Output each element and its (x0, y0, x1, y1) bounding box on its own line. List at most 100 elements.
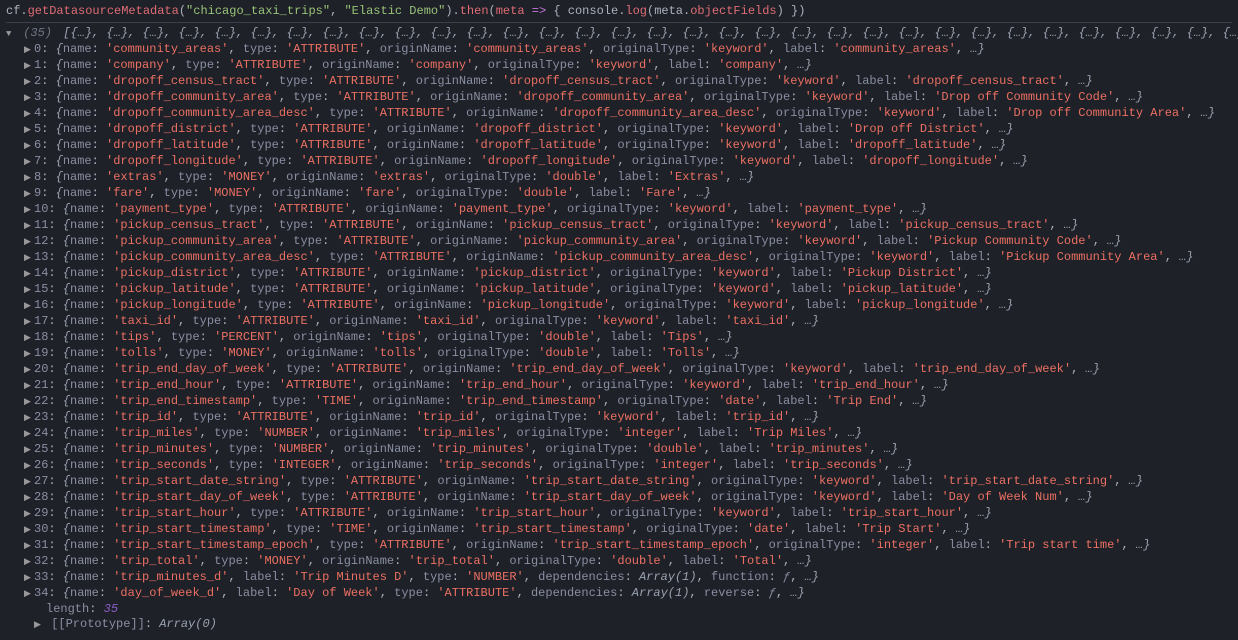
expand-toggle-icon[interactable] (24, 538, 34, 554)
array-item[interactable]: 28: {name: 'trip_start_day_of_week', typ… (6, 490, 1232, 506)
object-key: name (70, 378, 99, 392)
expand-toggle-icon[interactable] (24, 202, 34, 218)
expand-toggle-icon[interactable] (24, 122, 34, 138)
expand-toggle-icon[interactable] (24, 106, 34, 122)
expand-toggle-icon[interactable] (24, 506, 34, 522)
expand-toggle-icon[interactable] (24, 314, 34, 330)
object-value-string: 'double' (610, 554, 668, 568)
array-item[interactable]: 26: {name: 'trip_seconds', type: 'INTEGE… (6, 458, 1232, 474)
expand-toggle-icon[interactable] (34, 617, 44, 633)
expand-toggle-icon[interactable] (24, 74, 34, 90)
array-item[interactable]: 9: {name: 'fare', type: 'MONEY', originN… (6, 186, 1232, 202)
expand-toggle-icon[interactable] (24, 330, 34, 346)
array-item[interactable]: 32: {name: 'trip_total', type: 'MONEY', … (6, 554, 1232, 570)
object-value-string: 'ATTRIBUTE' (228, 58, 307, 72)
array-item[interactable]: 8: {name: 'extras', type: 'MONEY', origi… (6, 170, 1232, 186)
array-item[interactable]: 2: {name: 'dropoff_census_tract', type: … (6, 74, 1232, 90)
array-item[interactable]: 24: {name: 'trip_miles', type: 'NUMBER',… (6, 426, 1232, 442)
object-value-string: 'dropoff_longitude' (106, 154, 243, 168)
array-item[interactable]: 23: {name: 'trip_id', type: 'ATTRIBUTE',… (6, 410, 1232, 426)
array-item[interactable]: 21: {name: 'trip_end_hour', type: 'ATTRI… (6, 378, 1232, 394)
object-key: originName (416, 218, 488, 232)
expand-toggle-icon[interactable] (24, 362, 34, 378)
array-item[interactable]: 33: {name: 'trip_minutes_d', label: 'Tri… (6, 570, 1232, 586)
array-item[interactable]: 29: {name: 'trip_start_hour', type: 'ATT… (6, 506, 1232, 522)
object-key: name (70, 218, 99, 232)
object-value-string: 'PERCENT' (214, 330, 279, 344)
expand-toggle-icon[interactable] (24, 282, 34, 298)
expand-toggle-icon[interactable] (24, 570, 34, 586)
array-index: 26 (34, 458, 48, 472)
array-item[interactable]: 31: {name: 'trip_start_timestamp_epoch',… (6, 538, 1232, 554)
object-value-string: 'keyword' (805, 90, 870, 104)
expand-toggle-icon[interactable] (24, 298, 34, 314)
expand-toggle-icon[interactable] (24, 218, 34, 234)
object-value-string: 'fare' (106, 186, 149, 200)
expand-toggle-icon[interactable] (24, 442, 34, 458)
array-item[interactable]: 19: {name: 'tolls', type: 'MONEY', origi… (6, 346, 1232, 362)
array-item[interactable]: 16: {name: 'pickup_longitude', type: 'AT… (6, 298, 1232, 314)
object-value-string: 'dropoff_community_area' (517, 90, 690, 104)
expand-toggle-icon[interactable] (6, 26, 16, 42)
array-item[interactable]: 17: {name: 'taxi_id', type: 'ATTRIBUTE',… (6, 314, 1232, 330)
expand-toggle-icon[interactable] (24, 394, 34, 410)
expand-toggle-icon[interactable] (24, 522, 34, 538)
expand-toggle-icon[interactable] (24, 58, 34, 74)
object-key: label (790, 266, 826, 280)
expand-toggle-icon[interactable] (24, 410, 34, 426)
expand-toggle-icon[interactable] (24, 42, 34, 58)
array-item[interactable]: 12: {name: 'pickup_community_area', type… (6, 234, 1232, 250)
expand-toggle-icon[interactable] (24, 90, 34, 106)
array-header[interactable]: (35) [{…}, {…}, {…}, {…}, {…}, {…}, {…},… (6, 26, 1232, 42)
array-item[interactable]: 6: {name: 'dropoff_latitude', type: 'ATT… (6, 138, 1232, 154)
expand-toggle-icon[interactable] (24, 554, 34, 570)
array-item[interactable]: 3: {name: 'dropoff_community_area', type… (6, 90, 1232, 106)
expand-toggle-icon[interactable] (24, 154, 34, 170)
array-index: 21 (34, 378, 48, 392)
expand-toggle-icon[interactable] (24, 458, 34, 474)
array-item[interactable]: 27: {name: 'trip_start_date_string', typ… (6, 474, 1232, 490)
expand-toggle-icon[interactable] (24, 250, 34, 266)
array-item[interactable]: 1: {name: 'company', type: 'ATTRIBUTE', … (6, 58, 1232, 74)
expand-toggle-icon[interactable] (24, 138, 34, 154)
expand-toggle-icon[interactable] (24, 266, 34, 282)
expand-toggle-icon[interactable] (24, 170, 34, 186)
expand-toggle-icon[interactable] (24, 426, 34, 442)
expand-toggle-icon[interactable] (24, 234, 34, 250)
expand-toggle-icon[interactable] (24, 346, 34, 362)
object-value-ref: Array(1) (632, 586, 690, 600)
array-item[interactable]: 4: {name: 'dropoff_community_area_desc',… (6, 106, 1232, 122)
expand-toggle-icon[interactable] (24, 378, 34, 394)
array-item[interactable]: 20: {name: 'trip_end_day_of_week', type:… (6, 362, 1232, 378)
array-item[interactable]: 25: {name: 'trip_minutes', type: 'NUMBER… (6, 442, 1232, 458)
array-item[interactable]: 14: {name: 'pickup_district', type: 'ATT… (6, 266, 1232, 282)
object-key: label (891, 474, 927, 488)
expand-toggle-icon[interactable] (24, 474, 34, 490)
array-item[interactable]: 18: {name: 'tips', type: 'PERCENT', orig… (6, 330, 1232, 346)
object-key: name (70, 522, 99, 536)
array-item[interactable]: 30: {name: 'trip_start_timestamp', type:… (6, 522, 1232, 538)
array-item[interactable]: 7: {name: 'dropoff_longitude', type: 'AT… (6, 154, 1232, 170)
array-item[interactable]: 22: {name: 'trip_end_timestamp', type: '… (6, 394, 1232, 410)
object-value-string: 'trip_total' (409, 554, 495, 568)
object-value-string: 'dropoff_latitude' (106, 138, 236, 152)
object-value-string: 'tolls' (113, 346, 163, 360)
expand-toggle-icon[interactable] (24, 490, 34, 506)
array-item[interactable]: 11: {name: 'pickup_census_tract', type: … (6, 218, 1232, 234)
object-value-string: 'double' (545, 170, 603, 184)
expand-toggle-icon[interactable] (24, 186, 34, 202)
array-item[interactable]: 13: {name: 'pickup_community_area_desc',… (6, 250, 1232, 266)
object-value-string: 'community_areas' (833, 42, 955, 56)
object-key: label (675, 410, 711, 424)
array-item[interactable]: 15: {name: 'pickup_latitude', type: 'ATT… (6, 282, 1232, 298)
array-item[interactable]: 10: {name: 'payment_type', type: 'ATTRIB… (6, 202, 1232, 218)
array-item[interactable]: 5: {name: 'dropoff_district', type: 'ATT… (6, 122, 1232, 138)
array-prototype[interactable]: [[Prototype]]: Array(0) (6, 617, 1232, 633)
array-count: (35) (23, 26, 52, 40)
array-item[interactable]: 34: {name: 'day_of_week_d', label: 'Day … (6, 586, 1232, 602)
object-key: originName (430, 234, 502, 248)
object-value-string: 'pickup_community_area_desc' (553, 250, 755, 264)
object-value-string: 'dropoff_district' (106, 122, 236, 136)
expand-toggle-icon[interactable] (24, 586, 34, 602)
array-item[interactable]: 0: {name: 'community_areas', type: 'ATTR… (6, 42, 1232, 58)
